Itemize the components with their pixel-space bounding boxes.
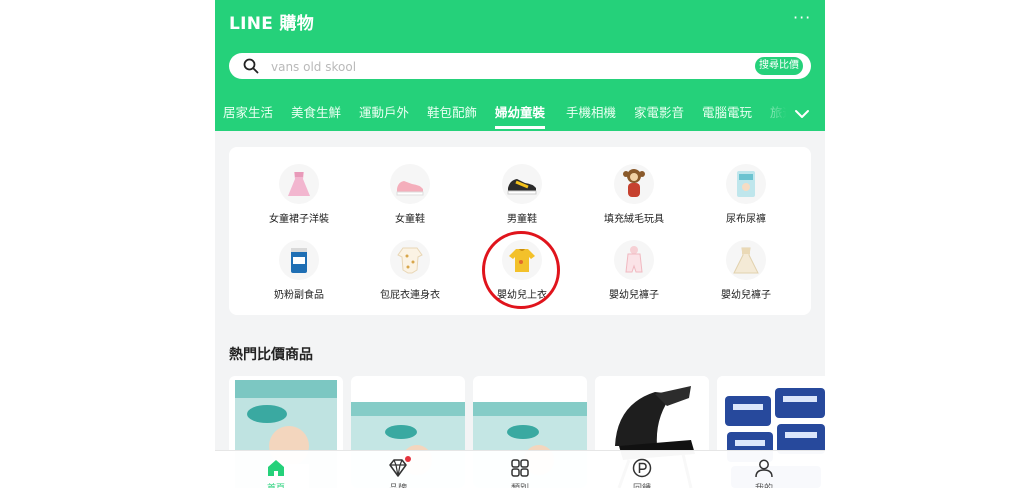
nav-brand[interactable]: 品牌 [337,451,459,488]
nav-account[interactable]: 我的 [703,451,825,488]
category-label: 女童鞋 [395,214,425,225]
category-label: 女童裙子洋裝 [269,214,329,225]
category-item[interactable]: 女童裙子洋裝 [242,164,356,234]
home-icon [268,460,284,476]
nav-points[interactable]: 回饋 [581,451,703,488]
category-item[interactable]: 尿布尿褲 [689,164,803,234]
nav-label: 我的 [703,481,825,488]
formula-can-icon [279,240,319,280]
user-icon [755,459,773,478]
category-item[interactable]: 女童鞋 [353,164,467,234]
highlight-circle [482,231,560,309]
category-item[interactable]: 男童鞋 [465,164,579,234]
search-bar[interactable]: 搜尋比價 [229,53,811,79]
pink-dress-icon [279,164,319,204]
category-label: 男童鞋 [507,214,537,225]
category-label: 尿布尿褲 [726,214,766,225]
search-compare-button[interactable]: 搜尋比價 [755,57,803,75]
category-label: 嬰幼兒褲子 [721,290,771,301]
grid-icon [511,459,529,477]
section-title: 熱門比價商品 [229,347,313,363]
points-icon [632,458,652,478]
tab-computers[interactable]: 電腦電玩 [702,104,752,122]
tab-shoes-bags[interactable]: 鞋包配飾 [427,104,477,122]
nav-category[interactable]: 類別 [459,451,581,488]
category-tabs: 居家生活 美食生鮮 運動戶外 鞋包配飾 婦幼童裝 手機相機 家電影音 電腦電玩 … [215,96,825,131]
more-menu-button[interactable]: ··· [793,8,811,27]
nav-label: 回饋 [581,481,703,488]
baby-romper-icon [614,240,654,280]
category-item[interactable]: 包屁衣連身衣 [353,240,467,310]
tabs-fade [755,96,825,131]
app-frame: LINE 購物 ··· 搜尋比價 居家生活 美食生鮮 運動戶外 鞋包配飾 婦幼童… [215,0,825,488]
nav-home[interactable]: 首頁 [215,451,337,488]
plush-monkey-icon [614,164,654,204]
lace-dress-icon [726,240,766,280]
pink-shoe-icon [390,164,430,204]
category-label: 奶粉副食品 [274,290,324,301]
nav-label: 類別 [459,481,581,488]
category-item[interactable]: 填充絨毛玩具 [577,164,691,234]
active-tab-indicator [495,126,545,129]
bottom-nav: 首頁 品牌 類別 回饋 [215,450,825,488]
search-icon [243,58,259,74]
header: LINE 購物 ··· 搜尋比價 居家生活 美食生鮮 運動戶外 鞋包配飾 婦幼童… [215,0,825,131]
diaper-pack-icon [726,164,766,204]
tab-mom-baby[interactable]: 婦幼童裝 [495,104,545,122]
app-logo[interactable]: LINE 購物 [229,9,314,34]
category-label: 填充絨毛玩具 [604,214,664,225]
onesie-icon [390,240,430,280]
chevron-down-icon[interactable] [793,105,811,123]
search-input[interactable] [269,56,713,78]
category-label: 包屁衣連身衣 [380,290,440,301]
tab-phone-camera[interactable]: 手機相機 [566,104,616,122]
category-item[interactable]: 奶粉副食品 [242,240,356,310]
sneaker-icon [502,164,542,204]
tab-appliances[interactable]: 家電影音 [634,104,684,122]
tab-home-living[interactable]: 居家生活 [223,104,273,122]
nav-label: 品牌 [337,481,459,488]
category-item[interactable]: 嬰幼兒褲子 [689,240,803,310]
category-item[interactable]: 嬰幼兒褲子 [577,240,691,310]
tab-food[interactable]: 美食生鮮 [291,104,341,122]
nav-label: 首頁 [215,481,337,488]
tab-sports[interactable]: 運動戶外 [359,104,409,122]
category-label: 嬰幼兒褲子 [609,290,659,301]
notification-badge [405,456,411,462]
